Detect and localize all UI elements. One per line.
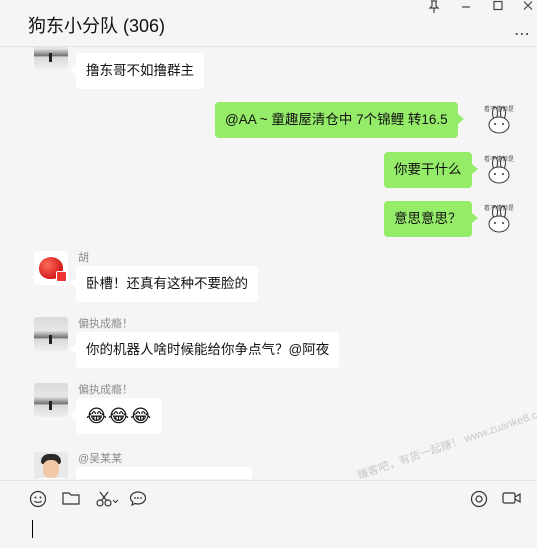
maximize-icon[interactable]	[488, 0, 508, 15]
message-bubble[interactable]: 卧槽！还真有这种不要脸的	[70, 266, 258, 302]
text-caret	[32, 520, 33, 538]
message-bubble[interactable]: 你的机器人啥时候能给你争点气？@阿夜	[69, 332, 340, 368]
close-icon[interactable]	[518, 0, 537, 15]
call-icon[interactable]	[469, 490, 489, 510]
message-bubble-self[interactable]: 意思意思？	[384, 201, 477, 237]
message-bubble-self[interactable]: @AA ~ 童趣屋清仓中 7个锦鲤 转16.5	[215, 102, 464, 138]
folder-icon[interactable]	[61, 490, 81, 510]
sender-name: @吴某某	[78, 453, 123, 465]
pin-icon[interactable]	[424, 0, 444, 16]
chat-title: 狗东小分队 (306)	[28, 16, 166, 36]
message-bubble[interactable]: 😂😂😂	[69, 398, 163, 434]
chat-icon[interactable]	[128, 490, 148, 510]
apple-avatar[interactable]	[34, 251, 68, 285]
sender-name: 偏执成瘾！	[78, 384, 133, 396]
chat-header: 狗东小分队 (306) ⋯	[0, 0, 537, 47]
video-icon[interactable]	[502, 490, 522, 510]
minimize-icon[interactable]	[456, 0, 476, 15]
message-bubble-self[interactable]: 你要干什么	[384, 152, 477, 188]
message-bubble[interactable]	[76, 467, 252, 479]
more-icon[interactable]: ⋯	[514, 24, 531, 44]
message-bubble[interactable]: 撸东哥不如撸群主	[70, 53, 204, 89]
grayscale-photo-avatar[interactable]	[34, 47, 68, 69]
grayscale-photo-avatar[interactable]	[34, 383, 68, 417]
grayscale-photo-avatar[interactable]	[34, 317, 68, 351]
rabbit-avatar[interactable]: 看不懂但是	[483, 102, 517, 136]
sender-name: 胡	[78, 252, 89, 264]
scissors-icon[interactable]	[94, 490, 120, 510]
person-avatar[interactable]	[34, 452, 68, 479]
input-area[interactable]	[0, 480, 537, 548]
message-list[interactable]: 撸东哥不如撸群主 @AA ~ 童趣屋清仓中 7个锦鲤 转16.5 看不懂但是 你…	[0, 47, 537, 479]
rabbit-avatar[interactable]: 看不懂但是	[483, 201, 517, 235]
emoji-icon[interactable]	[28, 490, 48, 510]
rabbit-avatar[interactable]: 看不懂但是	[483, 152, 517, 186]
sender-name: 偏执成瘾！	[78, 318, 133, 330]
